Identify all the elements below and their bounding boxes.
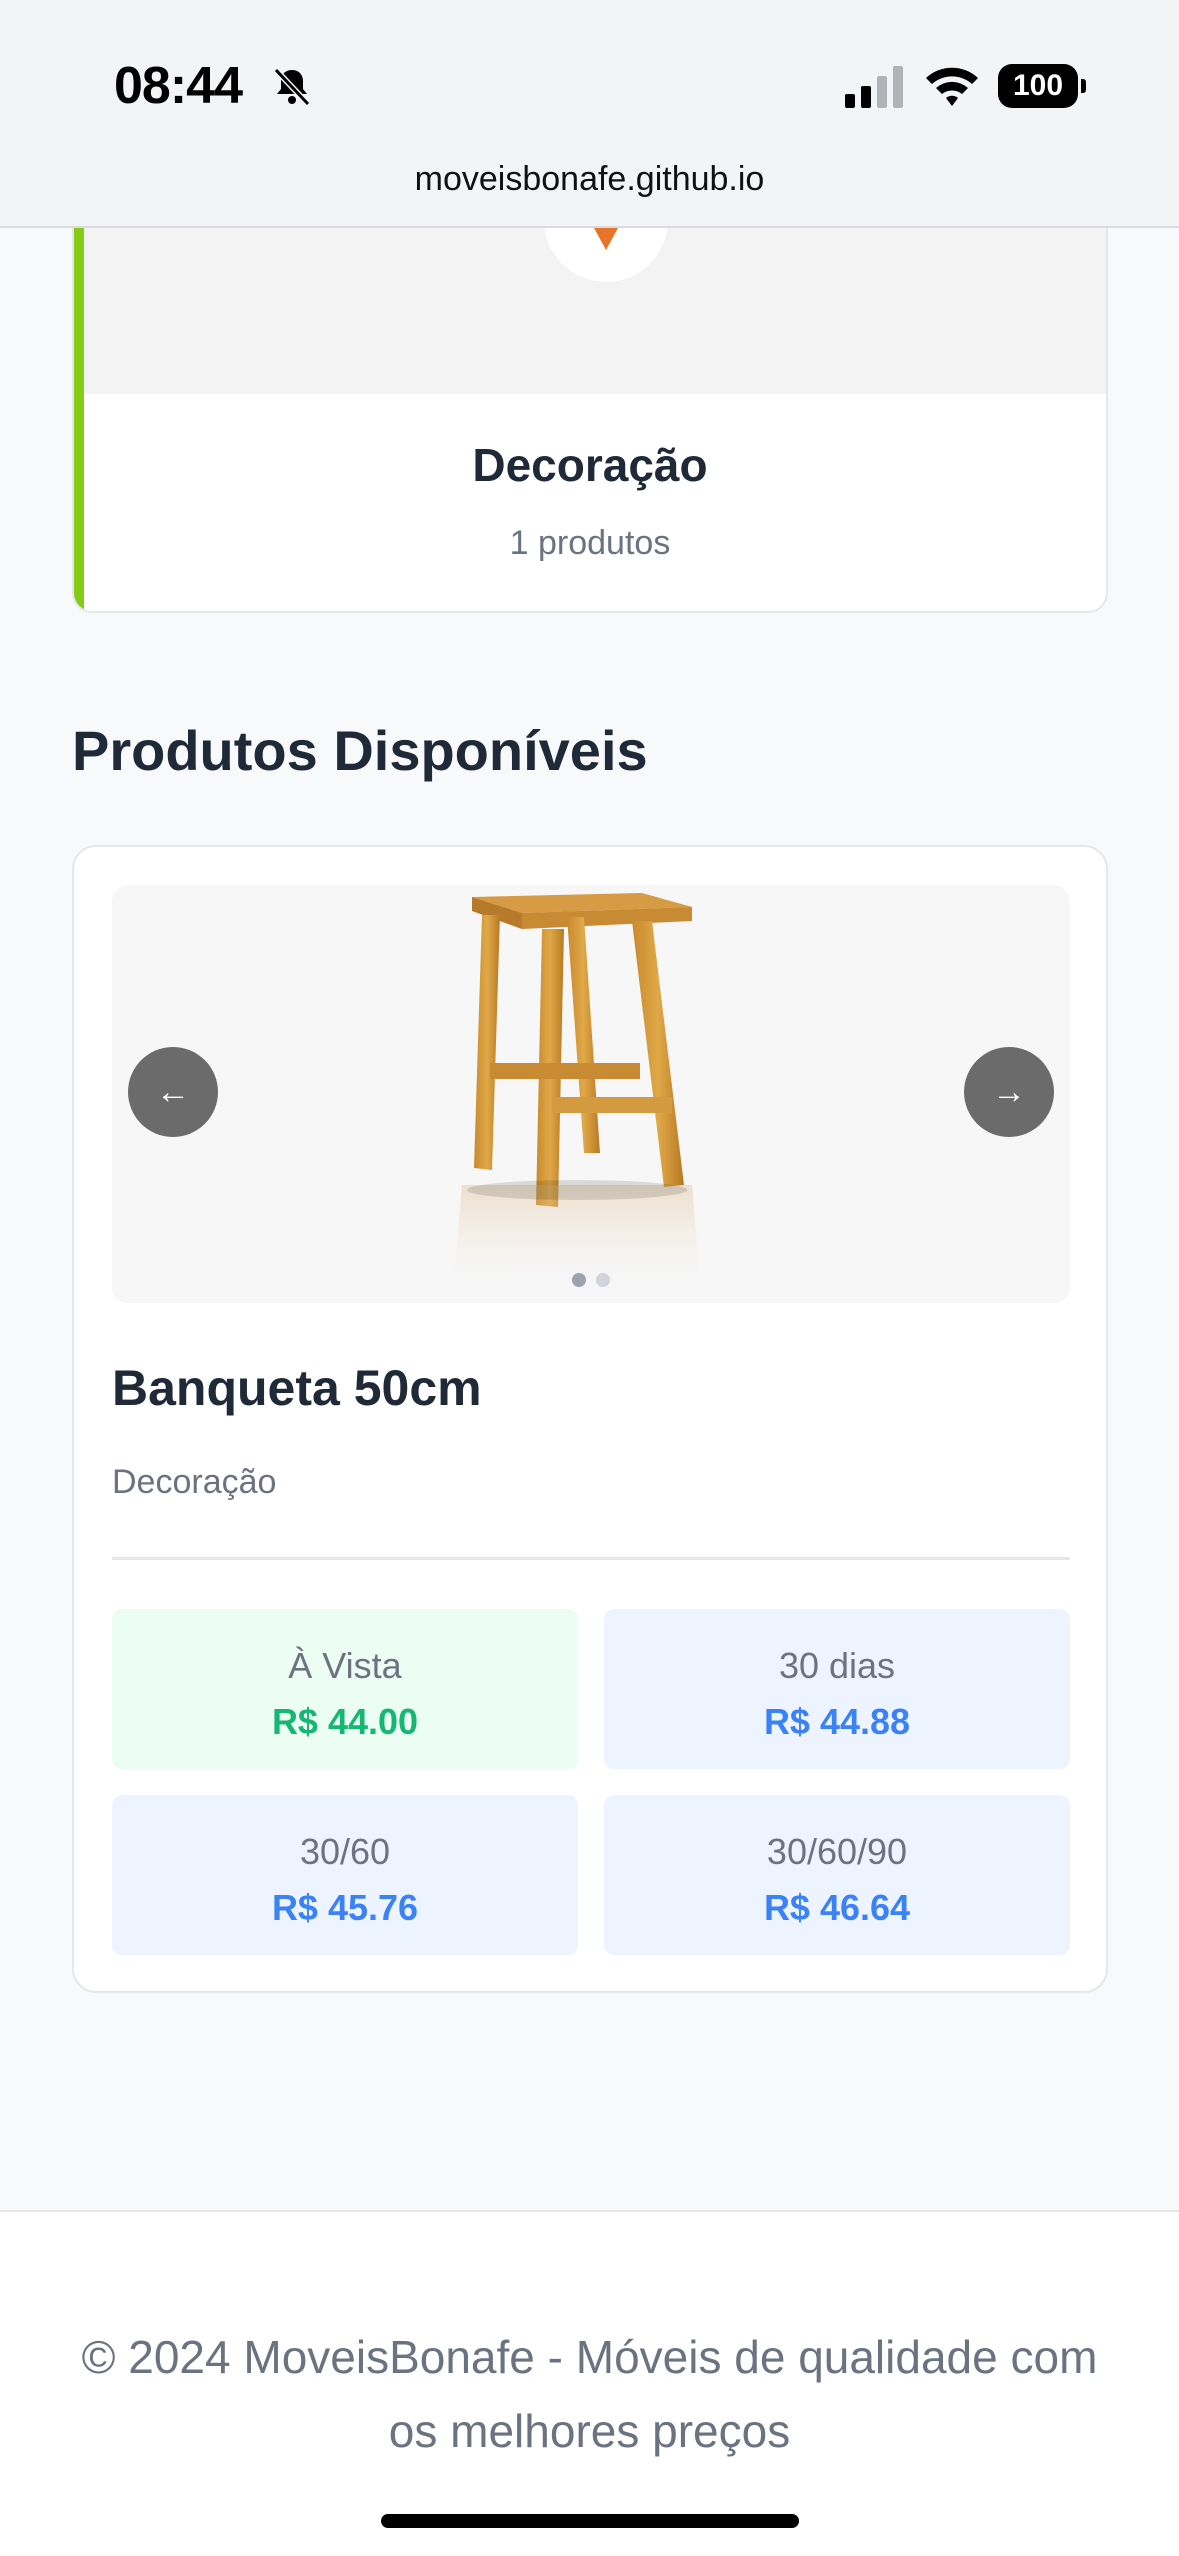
product-image-carousel[interactable]: ← → [112, 885, 1070, 1303]
price-value: R$ 44.00 [271, 1701, 419, 1742]
product-image [452, 893, 702, 1303]
home-indicator[interactable] [381, 2514, 799, 2528]
price-label: À Vista [288, 1645, 402, 1686]
category-product-count: 1 produtos [509, 524, 671, 562]
price-label: 30/60/90 [766, 1831, 908, 1872]
price-option-avista: À Vista R$ 44.00 [112, 1609, 578, 1769]
clock-time: 08:44 [114, 57, 243, 115]
page: 08:44 100 moveisbonafe.github.io Decoraç… [0, 0, 1179, 2556]
divider [112, 1557, 1070, 1560]
category-title: Decoração [472, 439, 708, 491]
product-category: Decoração [112, 1463, 277, 1501]
carousel-next-button[interactable]: → [964, 1047, 1054, 1137]
cellular-signal-icon [845, 66, 903, 108]
decor-icon [594, 228, 618, 250]
address-bar-url[interactable]: moveisbonafe.github.io [0, 160, 1179, 199]
price-value: R$ 44.88 [763, 1701, 911, 1742]
carousel-dot[interactable] [596, 1273, 610, 1287]
section-title: Produtos Disponíveis [72, 719, 648, 782]
price-option-30-60: 30/60 R$ 45.76 [112, 1795, 578, 1955]
arrow-right-icon: → [992, 1073, 1026, 1111]
price-value: R$ 46.64 [763, 1887, 911, 1928]
carousel-prev-button[interactable]: ← [128, 1047, 218, 1137]
product-name: Banqueta 50cm [112, 1360, 482, 1416]
category-card[interactable]: Decoração 1 produtos [72, 228, 1108, 613]
bell-slash-icon [273, 67, 311, 107]
battery-icon: 100 [998, 64, 1086, 108]
footer: © 2024 MoveisBonafe - Móveis de qualidad… [0, 2210, 1179, 2556]
price-label: 30 dias [778, 1645, 896, 1686]
price-option-30-dias: 30 dias R$ 44.88 [604, 1609, 1070, 1769]
carousel-dot[interactable] [572, 1273, 586, 1287]
price-value: R$ 45.76 [271, 1887, 419, 1928]
footer-copyright: © 2024 MoveisBonafe - Móveis de qualidad… [81, 2331, 1098, 2457]
price-label: 30/60 [299, 1831, 391, 1872]
price-option-30-60-90: 30/60/90 R$ 46.64 [604, 1795, 1070, 1955]
arrow-left-icon: ← [156, 1073, 190, 1111]
wifi-icon [926, 67, 978, 106]
category-image-area [84, 228, 1106, 394]
product-card: ← → Banqueta 50cm Decoração À Vista R$ 4… [72, 845, 1108, 1993]
carousel-indicators [572, 1273, 620, 1292]
browser-status-bar: 08:44 100 moveisbonafe.github.io [0, 0, 1179, 228]
